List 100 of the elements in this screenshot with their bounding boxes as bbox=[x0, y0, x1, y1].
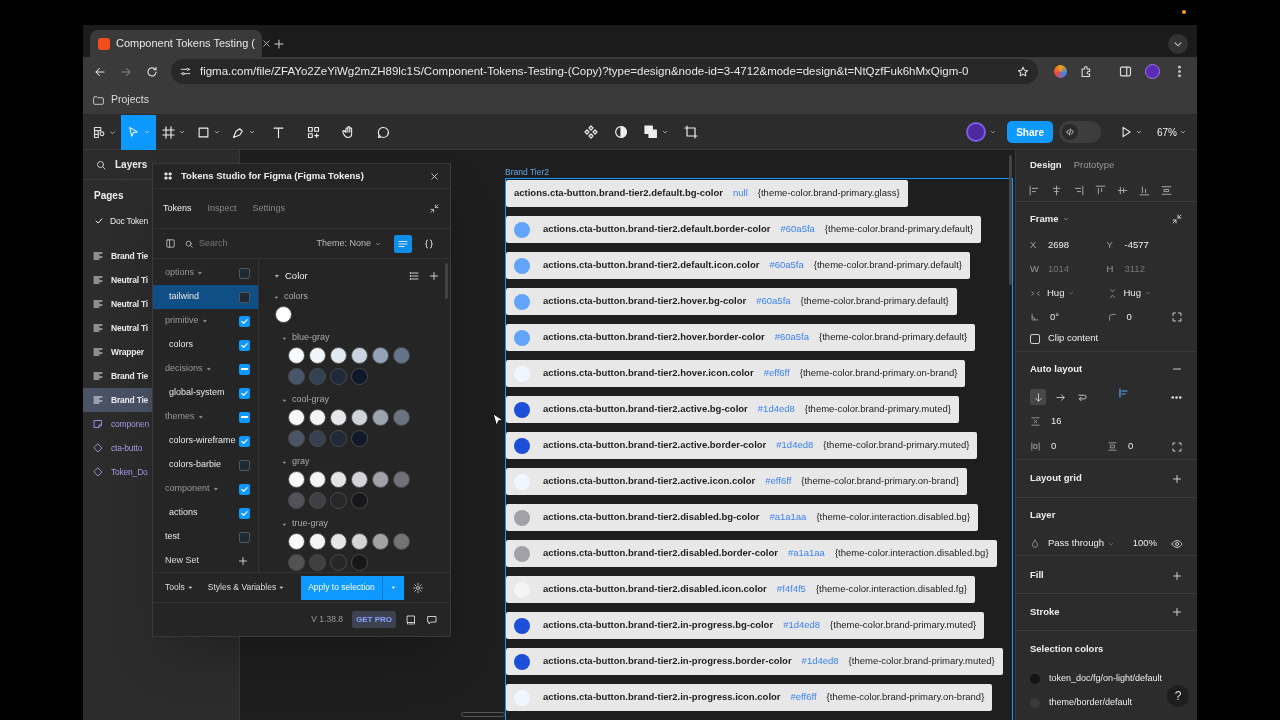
layer-row[interactable]: Neutral Ti bbox=[83, 292, 152, 316]
token-name: actions.cta-button.brand-tier2.disabled.bg-color bbox=[543, 510, 760, 525]
token-name: actions.cta-button.brand-tier2.default.icon.color bbox=[543, 258, 760, 273]
token-name: actions.cta-button.brand-tier2.in-progress.icon.color bbox=[543, 690, 781, 705]
page-item[interactable]: Doc Token bbox=[110, 214, 149, 228]
tools-menu[interactable]: Tools bbox=[165, 581, 185, 594]
token-group-name: blue-gray bbox=[292, 331, 330, 345]
search-field[interactable]: Search bbox=[199, 236, 279, 251]
padding-field[interactable]: 0 bbox=[1128, 439, 1161, 454]
padding-field[interactable]: 0 bbox=[1051, 439, 1057, 454]
blend-mode-dropdown[interactable]: Pass through bbox=[1048, 536, 1104, 551]
get-pro-button[interactable]: GET PRO bbox=[352, 611, 396, 628]
layer-row[interactable]: Brand Tie bbox=[83, 388, 152, 412]
field-value[interactable]: 2698 bbox=[1048, 237, 1070, 253]
plugin-title: Tokens Studio for Figma (Figma Tokens) bbox=[181, 168, 365, 183]
token-reference: {theme-color.brand-primary.muted} bbox=[823, 438, 970, 453]
token-value: #60a5fa bbox=[769, 258, 804, 273]
token-set-item[interactable]: decisions bbox=[153, 357, 258, 381]
token-reference: {theme-color.brand-primary.default} bbox=[819, 330, 968, 345]
set-name: component bbox=[165, 482, 210, 496]
token-group-name: cool-gray bbox=[292, 393, 329, 407]
frame-label: Brand Tier2 bbox=[505, 166, 550, 178]
token-set-item[interactable]: colors-wireframe bbox=[153, 429, 258, 453]
pages-heading: Pages bbox=[93, 188, 125, 203]
plugin-tab[interactable]: Inspect bbox=[207, 201, 237, 216]
token-set-item[interactable]: tailwind bbox=[153, 285, 258, 309]
section-title: Layer bbox=[1030, 507, 1056, 522]
layer-row[interactable]: componen bbox=[83, 412, 152, 436]
token-reference: {theme-color.brand-primary.muted} bbox=[848, 654, 995, 669]
token-name: actions.cta-button.brand-tier2.in-progress.border-color bbox=[543, 654, 792, 669]
address-bar[interactable]: figma.com/file/ZFAYo2ZeYiWg2mZH89lc1S/Component-Tokens-Testing-(Copy)?type=design&node-id=3-4712&mode=design&t=NtQzfFuk6hMxQigm-0 bbox=[170, 59, 1039, 84]
token-value: #a1a1aa bbox=[787, 546, 825, 561]
layer-name: Wrapper bbox=[111, 345, 144, 359]
set-name: colors bbox=[169, 338, 193, 352]
layer-row[interactable]: Brand Tie bbox=[83, 244, 152, 268]
token-set-item[interactable]: themes bbox=[153, 405, 258, 429]
section-title: Layout grid bbox=[1030, 471, 1082, 486]
set-name: global-system bbox=[169, 386, 225, 400]
set-name: test bbox=[165, 530, 180, 544]
token-reference: {theme-color.brand-primary.on-brand} bbox=[799, 366, 958, 381]
token-reference: {theme-color.interaction.disabled.fg} bbox=[815, 582, 967, 597]
field-label: W bbox=[1030, 261, 1038, 276]
token-name: actions.cta-button.brand-tier2.default.bg-color bbox=[514, 186, 723, 201]
token-value: #60a5fa bbox=[756, 294, 791, 309]
set-name: themes bbox=[165, 410, 195, 424]
zoom-level[interactable]: 67% bbox=[1157, 124, 1177, 140]
token-reference: {theme-color.brand-primary.muted} bbox=[804, 402, 951, 417]
opacity-field[interactable]: 100% bbox=[1132, 536, 1157, 551]
layers-tab[interactable]: Layers bbox=[115, 157, 148, 172]
theme-dropdown[interactable]: Theme: None bbox=[316, 236, 371, 251]
layer-row[interactable]: Neutral Ti bbox=[83, 268, 152, 292]
token-set-item[interactable]: options bbox=[153, 261, 258, 285]
section-title: Auto layout bbox=[1030, 361, 1083, 376]
token-set-item[interactable]: colors-barbie bbox=[153, 453, 258, 477]
section-title: Stroke bbox=[1030, 604, 1060, 619]
layer-row[interactable]: Brand Tie bbox=[83, 364, 152, 388]
layer-name: Neutral Ti bbox=[111, 321, 148, 335]
token-group-name: gray bbox=[292, 455, 310, 469]
token-set-item[interactable]: actions bbox=[153, 501, 258, 525]
token-name: actions.cta-button.brand-tier2.active.bg-color bbox=[543, 402, 748, 417]
checkbox-label: Clip content bbox=[1048, 331, 1099, 346]
layer-row[interactable]: Neutral Ti bbox=[83, 316, 152, 340]
field-label: X bbox=[1030, 237, 1038, 252]
layer-row[interactable]: Token_Do bbox=[83, 460, 152, 484]
layer-name: Brand Tie bbox=[111, 249, 149, 263]
plugin-tab[interactable]: Tokens bbox=[163, 201, 192, 216]
layer-row[interactable]: Wrapper bbox=[83, 340, 152, 364]
gap-field[interactable]: 16 bbox=[1051, 413, 1062, 429]
width-mode-dropdown[interactable]: Hug bbox=[1047, 285, 1065, 301]
set-name: decisions bbox=[165, 362, 203, 376]
radius-field[interactable]: 0 bbox=[1126, 309, 1161, 325]
token-reference: {theme-color.brand-primary.glass} bbox=[757, 186, 900, 201]
layer-name: componen bbox=[111, 417, 149, 431]
token-set-item[interactable]: test bbox=[153, 525, 258, 549]
panel-tab[interactable]: Prototype bbox=[1073, 157, 1115, 173]
token-set-item[interactable]: global-system bbox=[153, 381, 258, 405]
new-set-button[interactable]: New Set bbox=[165, 553, 199, 568]
set-name: colors-wireframe bbox=[169, 434, 236, 448]
styles-menu[interactable]: Styles & Variables bbox=[207, 581, 277, 594]
height-mode-dropdown[interactable]: Hug bbox=[1123, 285, 1141, 301]
token-set-item[interactable]: component bbox=[153, 477, 258, 501]
token-type-heading: Color bbox=[285, 268, 309, 283]
token-reference: {theme-color.brand-primary.default} bbox=[800, 294, 949, 309]
layer-row[interactable]: cta-butto bbox=[83, 436, 152, 460]
token-reference: {theme-color.interaction.disabled.bg} bbox=[816, 510, 971, 525]
set-name: tailwind bbox=[169, 290, 199, 304]
token-set-item[interactable]: primitive bbox=[153, 309, 258, 333]
plugin-tab[interactable]: Settings bbox=[252, 201, 286, 216]
help-button[interactable]: ? bbox=[1167, 685, 1189, 707]
token-name: actions.cta-button.brand-tier2.active.border-color bbox=[543, 438, 767, 453]
token-value: #eff6ff bbox=[763, 366, 790, 381]
panel-tab[interactable]: Design bbox=[1030, 157, 1062, 173]
bookmark-link[interactable]: Projects bbox=[111, 92, 149, 108]
token-value: #eff6ff bbox=[790, 690, 817, 705]
token-set-item[interactable]: colors bbox=[153, 333, 258, 357]
rotation-field[interactable]: 0° bbox=[1050, 309, 1060, 325]
version-label: V 1.38.8 bbox=[311, 613, 343, 626]
set-name: colors-barbie bbox=[169, 458, 222, 472]
url-text: figma.com/file/ZFAYo2ZeYiWg2mZH89lc1S/Component-Tokens-Testing-(Copy)?type=design&node-id=3-4712&mode=design&t=NtQzfFuk6hMxQigm-0 bbox=[199, 63, 970, 79]
field-value[interactable]: -4577 bbox=[1124, 237, 1149, 253]
